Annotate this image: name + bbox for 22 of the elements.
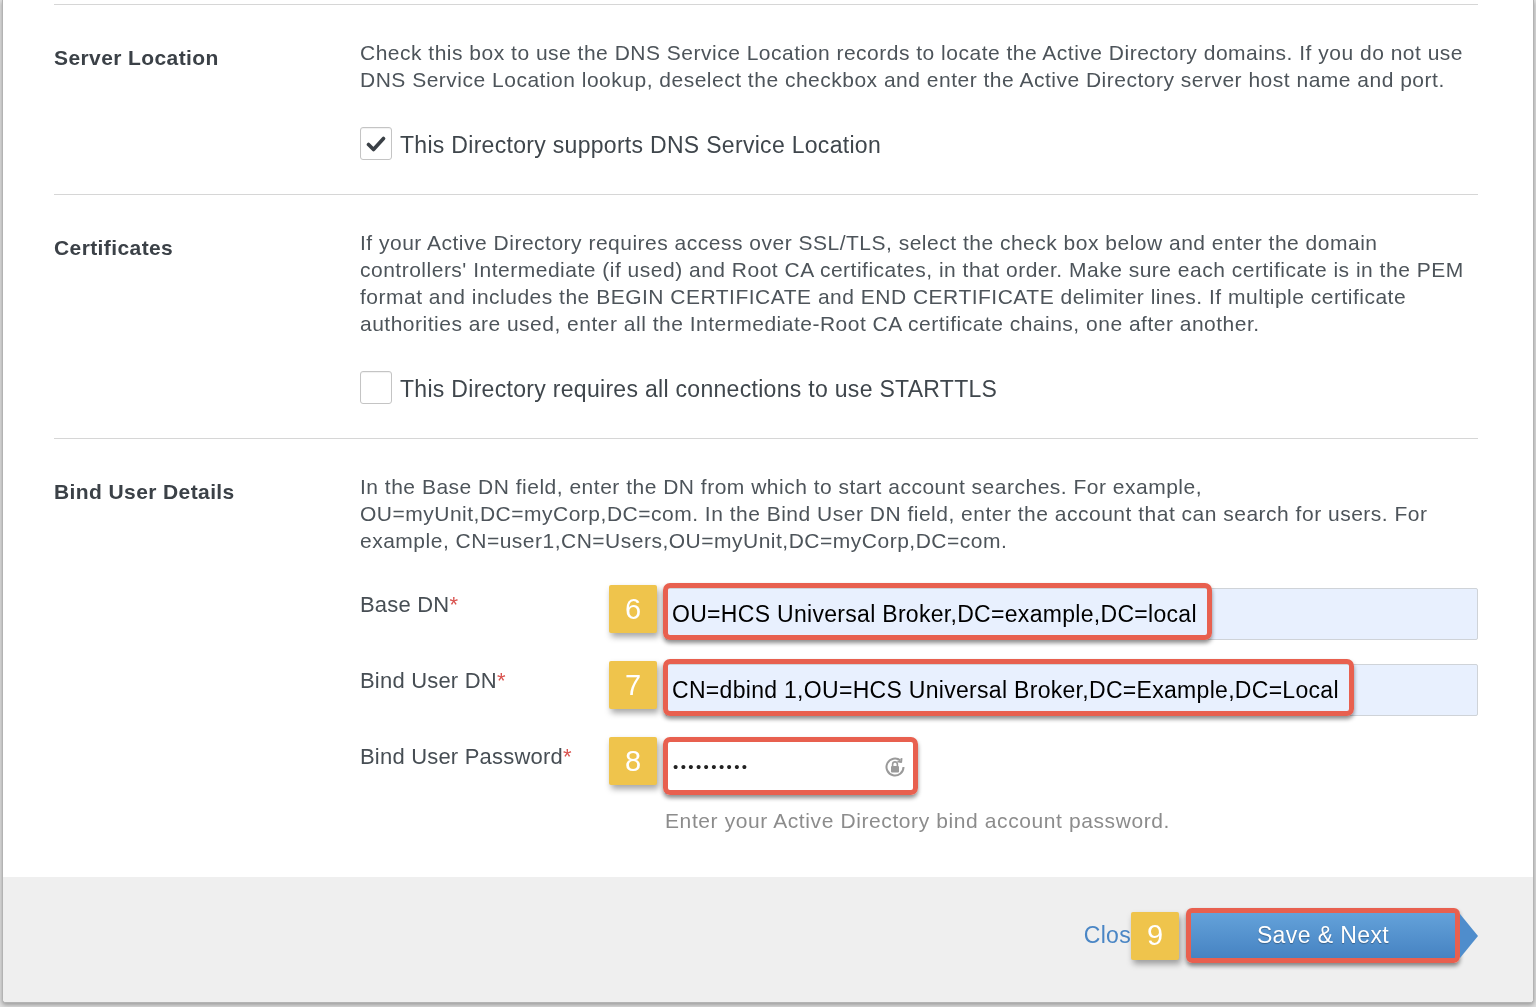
field-label: Bind User DN* xyxy=(360,667,507,694)
section-description: In the Base DN field, enter the DN from which to start account searches. For example, OU=myUnit,DC=myCorp,DC=com. In the Bind User DN field, enter the account that can search for users. For example, CN=user1,CN=Users,OU=myUnit,DC=myCorp,DC=com. xyxy=(360,474,1429,554)
password-field[interactable]: •••••••••• xyxy=(665,740,915,794)
check-icon xyxy=(366,135,386,152)
step-badge: 6 xyxy=(609,585,657,633)
lock-icon xyxy=(883,755,907,779)
section-title: Certificates xyxy=(54,235,175,261)
checkbox[interactable] xyxy=(360,371,392,404)
section-description: Check this box to use the DNS Service Location records to locate the Active Directory domains. If you do not use DNS Service Location lookup, deselect the checkbox and enter the Active Directory server host name and port. xyxy=(360,40,1465,93)
step-badge: 7 xyxy=(609,661,657,709)
step-badge: 8 xyxy=(609,737,657,785)
section-description: If your Active Directory requires access over SSL/TLS, select the check box below and enter the domain controllers' Intermediate (if used) and Root CA certificates, in that order. Make sure each certificate is in the PEM format and includes the BEGIN CERTIFICATE and END CERTIFICATE delimiter lines. If multiple certificate authorities are used, enter all the Intermediate-Root CA certificate chains, one after another. xyxy=(360,230,1465,337)
checkbox-label: This Directory requires all connections to use STARTTLS xyxy=(400,376,998,403)
step-badge: 9 xyxy=(1131,911,1179,960)
field-label: Bind User Password* xyxy=(360,743,573,770)
field-hint: Enter your Active Directory bind account password. xyxy=(665,808,1172,834)
arrow-tip-icon xyxy=(1460,913,1478,958)
field-label: Base DN* xyxy=(360,591,460,618)
section-title: Server Location xyxy=(54,45,220,71)
section-title: Bind User Details xyxy=(54,479,236,505)
checkbox-label: This Directory supports DNS Service Location xyxy=(400,132,882,159)
checkbox[interactable] xyxy=(360,127,392,160)
